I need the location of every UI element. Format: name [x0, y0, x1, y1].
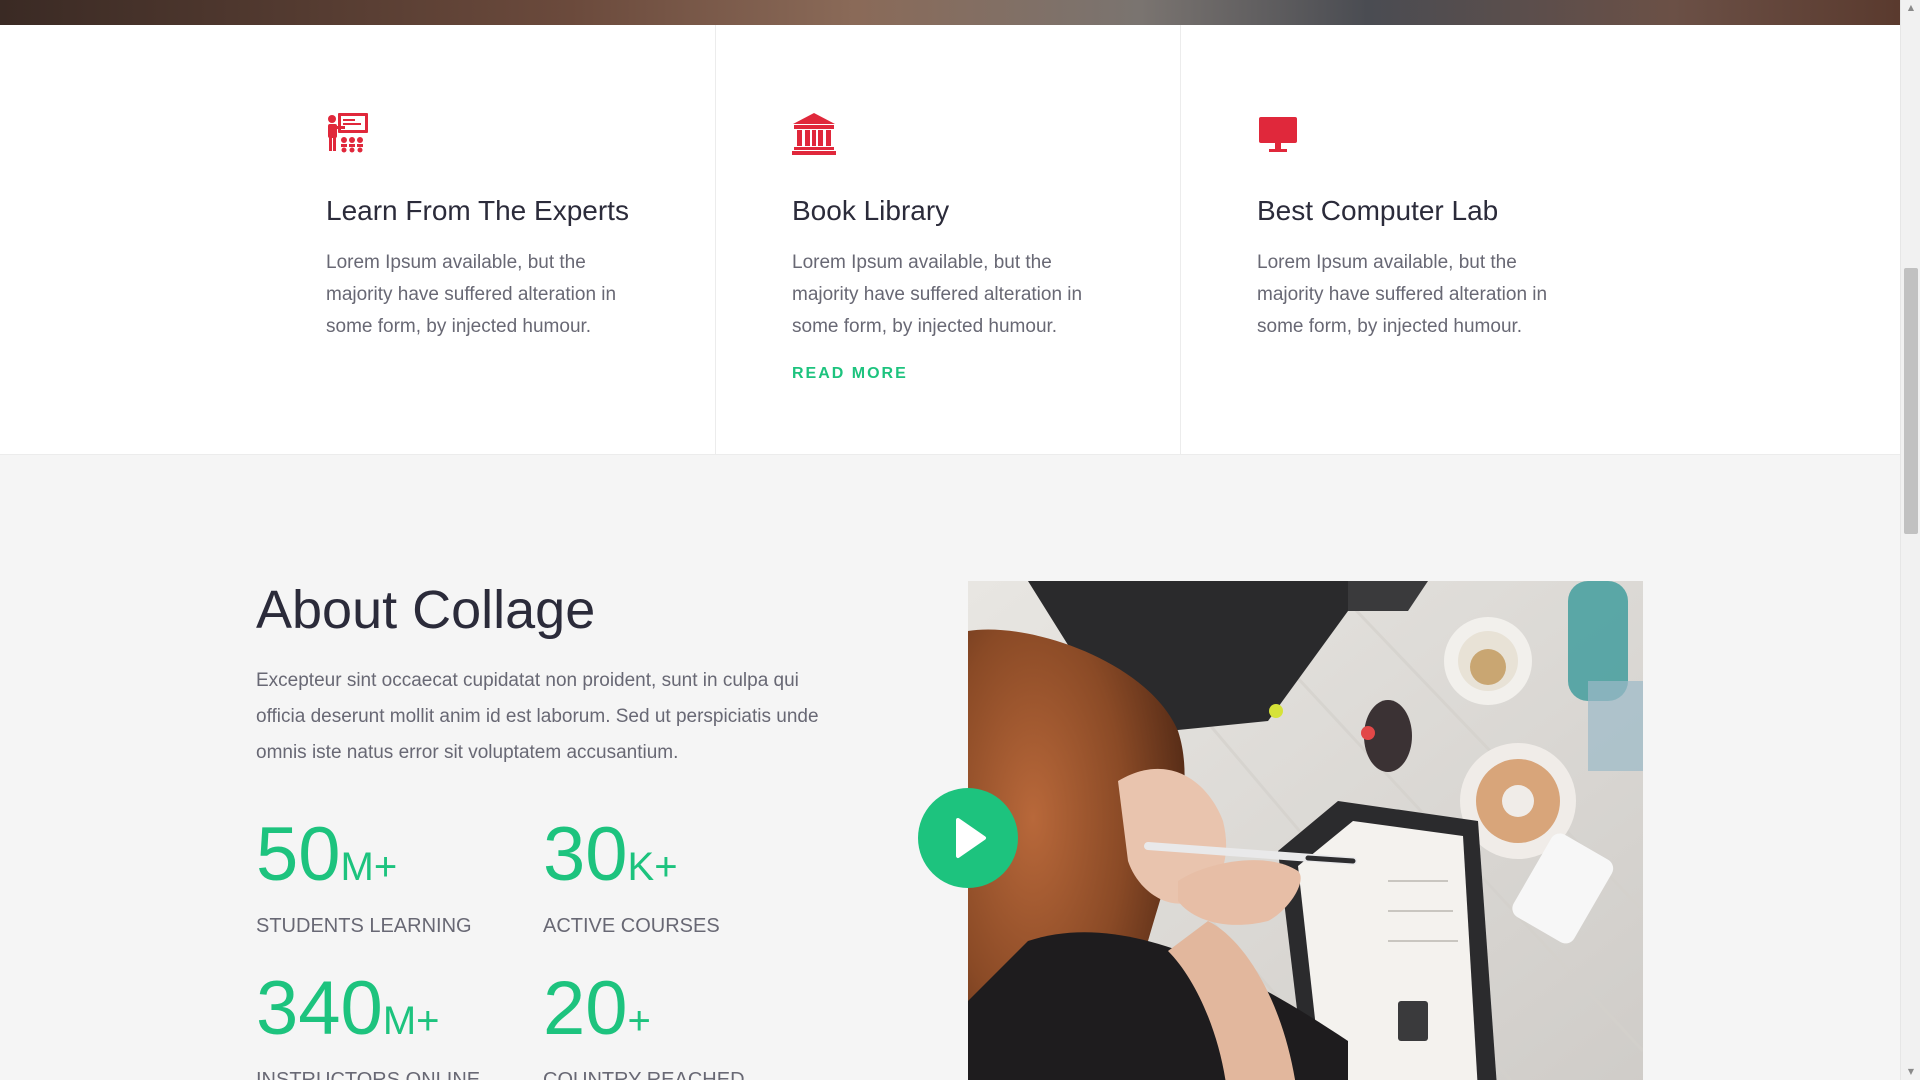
stat-label: ACTIVE COURSES: [543, 915, 720, 937]
feature-description: Lorem Ipsum available, but the majority …: [1257, 252, 1548, 337]
feature-title: Learn From The Experts: [326, 195, 629, 226]
read-more-link[interactable]: READ MORE: [792, 365, 908, 383]
about-description: Excepteur sint occaecat cupidatat non pr…: [256, 670, 819, 763]
hero-image-bottom-edge: [0, 0, 1900, 25]
play-icon: [956, 818, 986, 858]
stat-label: STUDENTS LEARNING: [256, 915, 472, 937]
stat-value: 340: [256, 966, 383, 1051]
feature-description: Lorem Ipsum available, but the majority …: [326, 252, 617, 337]
stat-countries: 20+ COUNTRY REACHED: [543, 971, 803, 1080]
feature-title: Book Library: [792, 195, 950, 226]
stat-value: 20: [543, 966, 628, 1051]
stat-number: 30K+: [543, 817, 803, 905]
stat-label: COUNTRY REACHED: [543, 1069, 745, 1080]
stat-number: 340M+: [256, 971, 516, 1059]
about-section: About Collage Excepteur sint occaecat cu…: [0, 455, 1900, 1080]
stat-number: 20+: [543, 971, 803, 1059]
computer-monitor-icon: [1258, 111, 1302, 155]
about-title: About Collage: [256, 580, 596, 640]
stat-students: 50M+ STUDENTS LEARNING: [256, 817, 516, 938]
feature-title: Best Computer Lab: [1257, 195, 1499, 226]
scroll-down-arrow-icon[interactable]: ▼: [1901, 1064, 1920, 1080]
library-building-icon: [791, 111, 836, 155]
stat-suffix: +: [627, 999, 651, 1043]
stat-value: 30: [543, 812, 628, 897]
feature-description: Lorem Ipsum available, but the majority …: [792, 252, 1083, 337]
page: Learn From The Experts Lorem Ipsum avail…: [0, 0, 1920, 1080]
stat-suffix: M+: [382, 999, 440, 1043]
feature-card-library: Book Library Lorem Ipsum available, but …: [716, 25, 1181, 455]
feature-card-computer-lab: Best Computer Lab Lorem Ipsum available,…: [1181, 25, 1900, 455]
stat-number: 50M+: [256, 817, 516, 905]
play-video-button[interactable]: [918, 788, 1018, 888]
stat-instructors: 340M+ INSTRUCTORS ONLINE: [256, 971, 516, 1080]
stat-suffix: K+: [627, 845, 678, 889]
scrollbar-thumb[interactable]: [1904, 268, 1918, 534]
teacher-classroom-icon: [326, 111, 370, 155]
scroll-up-arrow-icon[interactable]: ▲: [1901, 0, 1920, 16]
stat-suffix: M+: [340, 845, 398, 889]
woman-writing-notebook-photo: [968, 581, 1643, 1080]
stat-label: INSTRUCTORS ONLINE: [256, 1069, 481, 1080]
vertical-scrollbar[interactable]: ▲ ▼: [1900, 0, 1920, 1080]
stat-courses: 30K+ ACTIVE COURSES: [543, 817, 803, 938]
stat-value: 50: [256, 812, 341, 897]
feature-card-experts: Learn From The Experts Lorem Ipsum avail…: [0, 25, 716, 455]
features-section: Learn From The Experts Lorem Ipsum avail…: [0, 25, 1900, 455]
